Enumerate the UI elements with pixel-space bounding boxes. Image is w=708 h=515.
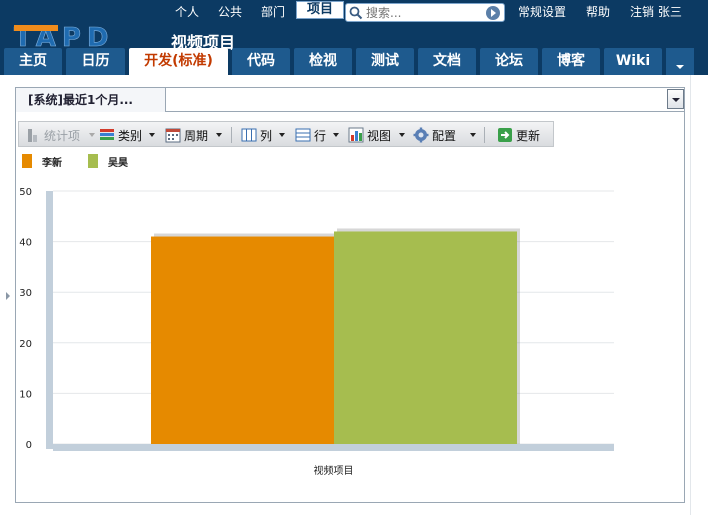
gear-icon [413,127,429,143]
toolbar-period-button[interactable]: 周期 [165,126,223,144]
tab-code[interactable]: 代码 [232,48,290,75]
nav-personal-link[interactable]: 个人 [175,3,199,20]
right-gutter [690,75,708,515]
chart-floor [53,444,614,451]
nav-settings-link[interactable]: 常规设置 [518,3,566,20]
stats-icon [28,129,37,142]
x-axis-label: 视频项目 [314,464,354,477]
y-tick-label: 40 [19,238,32,249]
search-input[interactable] [366,5,484,20]
toolbar-category-button[interactable]: 类别 [99,126,157,144]
chevron-down-icon [470,133,476,137]
tabs-more-button[interactable] [666,48,694,75]
tab-docs[interactable]: 文档 [418,48,476,75]
report-panel: [系统]最近1个月... 统计项 类别 周期 列 行 视图 配置 更新 李新 吴… [15,87,685,503]
app-logo: TAPD [14,25,109,49]
tab-home[interactable]: 主页 [4,48,62,75]
toolbar-refresh-button[interactable]: 更新 [497,126,547,144]
expand-handle-icon[interactable] [6,292,10,300]
refresh-arrow-icon [498,128,512,142]
y-tick-label: 0 [26,440,32,451]
legend-swatch [88,154,98,168]
category-icon [100,129,114,140]
toolbar-row-button[interactable]: 行 [295,126,341,144]
nav-logout-link[interactable]: 注销 张三 [630,3,682,20]
toolbar-separator [484,127,485,143]
tab-test[interactable]: 测试 [356,48,414,75]
toolbar-column-button[interactable]: 列 [241,126,287,144]
chevron-down-icon [216,133,222,137]
chevron-down-icon [399,133,405,137]
toolbar-stats-button[interactable]: 统计项 [25,126,95,144]
tab-wiki[interactable]: Wiki [604,48,662,75]
toolbar-config-button[interactable]: 配置 [413,126,477,144]
tab-blog[interactable]: 博客 [542,48,600,75]
search-icon [349,6,363,20]
top-navigation: 个人 公共 部门 项目 常规设置 帮助 注销 张三 [0,0,708,22]
report-toolbar: 统计项 类别 周期 列 行 视图 配置 更新 [18,121,554,147]
y-tick-label: 20 [19,339,32,350]
toolbar-view-button[interactable]: 视图 [348,126,406,144]
nav-department-link[interactable]: 部门 [261,3,285,20]
y-tick-label: 50 [19,187,32,198]
nav-public-link[interactable]: 公共 [218,3,242,20]
calendar-icon [165,128,181,143]
legend-swatch [22,154,32,168]
chevron-down-icon [89,133,95,137]
panel-tab-report[interactable]: [系统]最近1个月... [16,88,166,112]
panel-dropdown-button[interactable] [667,89,684,109]
main-tabs: 主页 日历 开发(标准) 代码 检视 测试 文档 论坛 博客 Wiki [4,48,708,75]
chevron-down-icon [279,133,285,137]
bar [151,236,334,444]
legend-label: 李新 [42,158,62,169]
header-bar: 个人 公共 部门 项目 常规设置 帮助 注销 张三 TAPD 视频项目 主页 日… [0,0,708,75]
y-tick-label: 30 [19,288,32,299]
columns-icon [241,128,257,142]
chevron-down-icon [333,133,339,137]
nav-project-link[interactable]: 项目 [296,1,344,19]
panel-tabstrip: [系统]最近1个月... [16,88,684,112]
tab-review[interactable]: 检视 [294,48,352,75]
bar [334,231,517,444]
search-go-icon[interactable] [486,6,500,20]
tab-calendar[interactable]: 日历 [66,48,125,75]
nav-help-link[interactable]: 帮助 [586,3,610,20]
tab-forum[interactable]: 论坛 [480,48,538,75]
bar-chart: 0 10 20 30 40 50 视频项目 [19,187,614,477]
toolbar-separator [231,127,232,143]
chart-wall [46,191,53,449]
chevron-down-icon [149,133,155,137]
y-tick-label: 10 [19,389,32,400]
chart-view-icon [348,127,364,143]
rows-icon [295,128,311,142]
search-box[interactable] [345,3,505,22]
chart-legend: 李新 吴昊 [20,152,320,172]
app-window: 个人 公共 部门 项目 常规设置 帮助 注销 张三 TAPD 视频项目 主页 日… [0,0,708,515]
legend-label: 吴昊 [108,158,128,169]
tab-development[interactable]: 开发(标准) [129,48,228,75]
